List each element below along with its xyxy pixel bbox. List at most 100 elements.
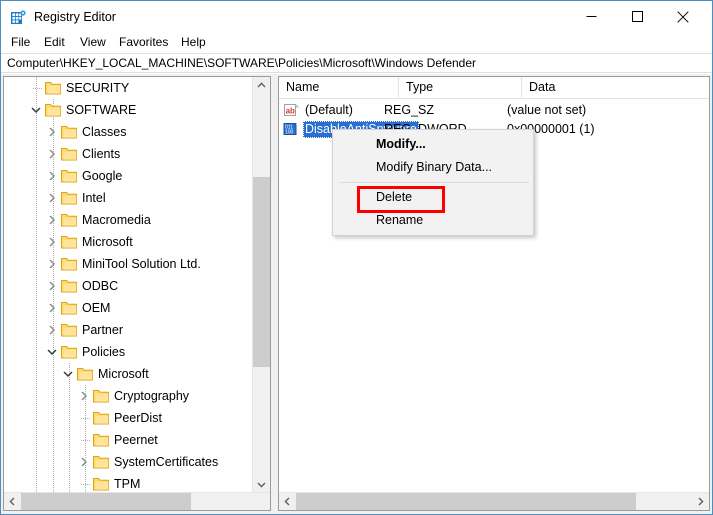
tree-guide-stub [81, 440, 91, 441]
tree-twisty-expanded[interactable] [46, 346, 58, 358]
tree-item-software[interactable]: SOFTWARE [4, 99, 253, 121]
scroll-down-button[interactable] [253, 476, 270, 493]
tree-horizontal-scrollbar[interactable] [4, 492, 270, 510]
minimize-button[interactable] [568, 1, 614, 32]
maximize-button[interactable] [614, 1, 660, 32]
tree-item-policies[interactable]: Policies [4, 341, 253, 363]
registry-tree-pane: SECURITY SOFTWARE Classes Clients Google Inte… [3, 76, 271, 511]
chevron-right-icon [81, 457, 88, 467]
tree-item-label: ODBC [82, 279, 119, 293]
tree-item-systemcertificates[interactable]: SystemCertificates [4, 451, 253, 473]
tree-twisty-collapsed[interactable] [78, 456, 90, 468]
chevron-right-icon [49, 149, 56, 159]
tree-item-partner[interactable]: Partner [4, 319, 253, 341]
chevron-right-icon [49, 171, 56, 181]
value-data: (value not set) [507, 103, 587, 117]
tree-guide-stub [81, 418, 91, 419]
tree-item-tpm[interactable]: TPM [4, 473, 253, 493]
tree-item-intel[interactable]: Intel [4, 187, 253, 209]
maximize-icon [631, 11, 643, 22]
tree-twisty-collapsed[interactable] [46, 192, 58, 204]
address-bar[interactable]: Computer\HKEY_LOCAL_MACHINE\SOFTWARE\Pol… [1, 53, 712, 73]
value-name: (Default) [305, 103, 353, 117]
tree-item-label: MiniTool Solution Ltd. [82, 257, 201, 271]
tree-twisty-collapsed[interactable] [46, 148, 58, 160]
value-type: REG_SZ [384, 103, 435, 117]
menu-file[interactable]: File [5, 34, 36, 51]
registry-editor-window: Registry Editor File Edit View Favorites… [0, 0, 713, 515]
tree-vertical-scrollbar[interactable] [252, 77, 270, 493]
chevron-down-icon [63, 371, 73, 378]
chevron-left-icon [284, 497, 290, 506]
tree-twisty-expanded[interactable] [62, 368, 74, 380]
chevron-right-icon [49, 259, 56, 269]
tree-item-microsoft[interactable]: Microsoft [4, 231, 253, 253]
column-header-name[interactable]: Name [279, 77, 399, 98]
context-menu-item-modify[interactable]: Modify... [333, 133, 533, 156]
reg-binary-icon: 011 100 [283, 122, 299, 137]
tree-item-classes[interactable]: Classes [4, 121, 253, 143]
scroll-thumb[interactable] [21, 493, 191, 510]
tree-item-security[interactable]: SECURITY [4, 77, 253, 99]
tree-item-macromedia[interactable]: Macromedia [4, 209, 253, 231]
scroll-thumb[interactable] [253, 177, 270, 367]
folder-icon [61, 213, 77, 227]
tree-twisty-collapsed[interactable] [46, 170, 58, 182]
tree-item-label: SECURITY [66, 81, 130, 95]
tree-item-label: OEM [82, 301, 111, 315]
tree-item-label: TPM [114, 477, 141, 491]
folder-icon [61, 191, 77, 205]
tree-twisty-expanded[interactable] [30, 104, 42, 116]
scroll-left-button[interactable] [4, 493, 21, 510]
tree-item-google[interactable]: Google [4, 165, 253, 187]
tree-twisty-collapsed[interactable] [46, 126, 58, 138]
scroll-left-button[interactable] [279, 493, 296, 510]
tree-item-oem[interactable]: OEM [4, 297, 253, 319]
tree-twisty-collapsed[interactable] [46, 324, 58, 336]
scroll-up-button[interactable] [253, 77, 270, 94]
tree-item-peerdist[interactable]: PeerDist [4, 407, 253, 429]
reg-string-icon: ab [283, 103, 299, 118]
tree-twisty-collapsed[interactable] [46, 258, 58, 270]
folder-icon [61, 235, 77, 249]
context-menu[interactable]: Modify... Modify Binary Data... Delete R… [332, 129, 534, 236]
chevron-right-icon [49, 193, 56, 203]
context-menu-item-delete[interactable]: Delete [333, 186, 533, 209]
tree-item-clients[interactable]: Clients [4, 143, 253, 165]
tree-guide-stub [33, 88, 43, 89]
menu-view[interactable]: View [74, 34, 112, 51]
tree-item-cryptography[interactable]: Cryptography [4, 385, 253, 407]
tree-twisty-collapsed[interactable] [46, 302, 58, 314]
context-menu-item-rename[interactable]: Rename [333, 209, 533, 232]
tree-twisty-collapsed[interactable] [46, 236, 58, 248]
scroll-right-button[interactable] [692, 493, 709, 510]
tree-twisty-collapsed[interactable] [78, 390, 90, 402]
tree-item-peernet[interactable]: Peernet [4, 429, 253, 451]
column-header-type[interactable]: Type [399, 77, 522, 98]
value-row-default[interactable]: ab (Default) REG_SZ (value not set) [279, 101, 709, 120]
chevron-down-icon [31, 107, 41, 114]
menu-favorites[interactable]: Favorites [113, 34, 174, 51]
tree-twisty-collapsed[interactable] [46, 280, 58, 292]
chevron-right-icon [49, 325, 56, 335]
close-button[interactable] [660, 1, 706, 32]
tree-item-microsoft[interactable]: Microsoft [4, 363, 253, 385]
folder-icon [61, 257, 77, 271]
menu-help[interactable]: Help [175, 34, 212, 51]
context-menu-item-modify-binary-data[interactable]: Modify Binary Data... [333, 156, 533, 179]
values-column-header: Name Type Data [279, 77, 709, 99]
menu-edit[interactable]: Edit [38, 34, 71, 51]
folder-icon [61, 169, 77, 183]
tree-twisty-collapsed[interactable] [46, 214, 58, 226]
tree-item-label: Macromedia [82, 213, 151, 227]
chevron-right-icon [49, 215, 56, 225]
tree-item-label: Google [82, 169, 123, 183]
tree-item-minitool-solution-ltd[interactable]: MiniTool Solution Ltd. [4, 253, 253, 275]
values-horizontal-scrollbar[interactable] [279, 492, 709, 510]
tree-item-label: Cryptography [114, 389, 190, 403]
tree-item-label: Partner [82, 323, 123, 337]
registry-tree[interactable]: SECURITY SOFTWARE Classes Clients Google Inte… [4, 77, 253, 493]
tree-item-odbc[interactable]: ODBC [4, 275, 253, 297]
scroll-thumb[interactable] [296, 493, 636, 510]
column-header-data[interactable]: Data [522, 77, 709, 98]
